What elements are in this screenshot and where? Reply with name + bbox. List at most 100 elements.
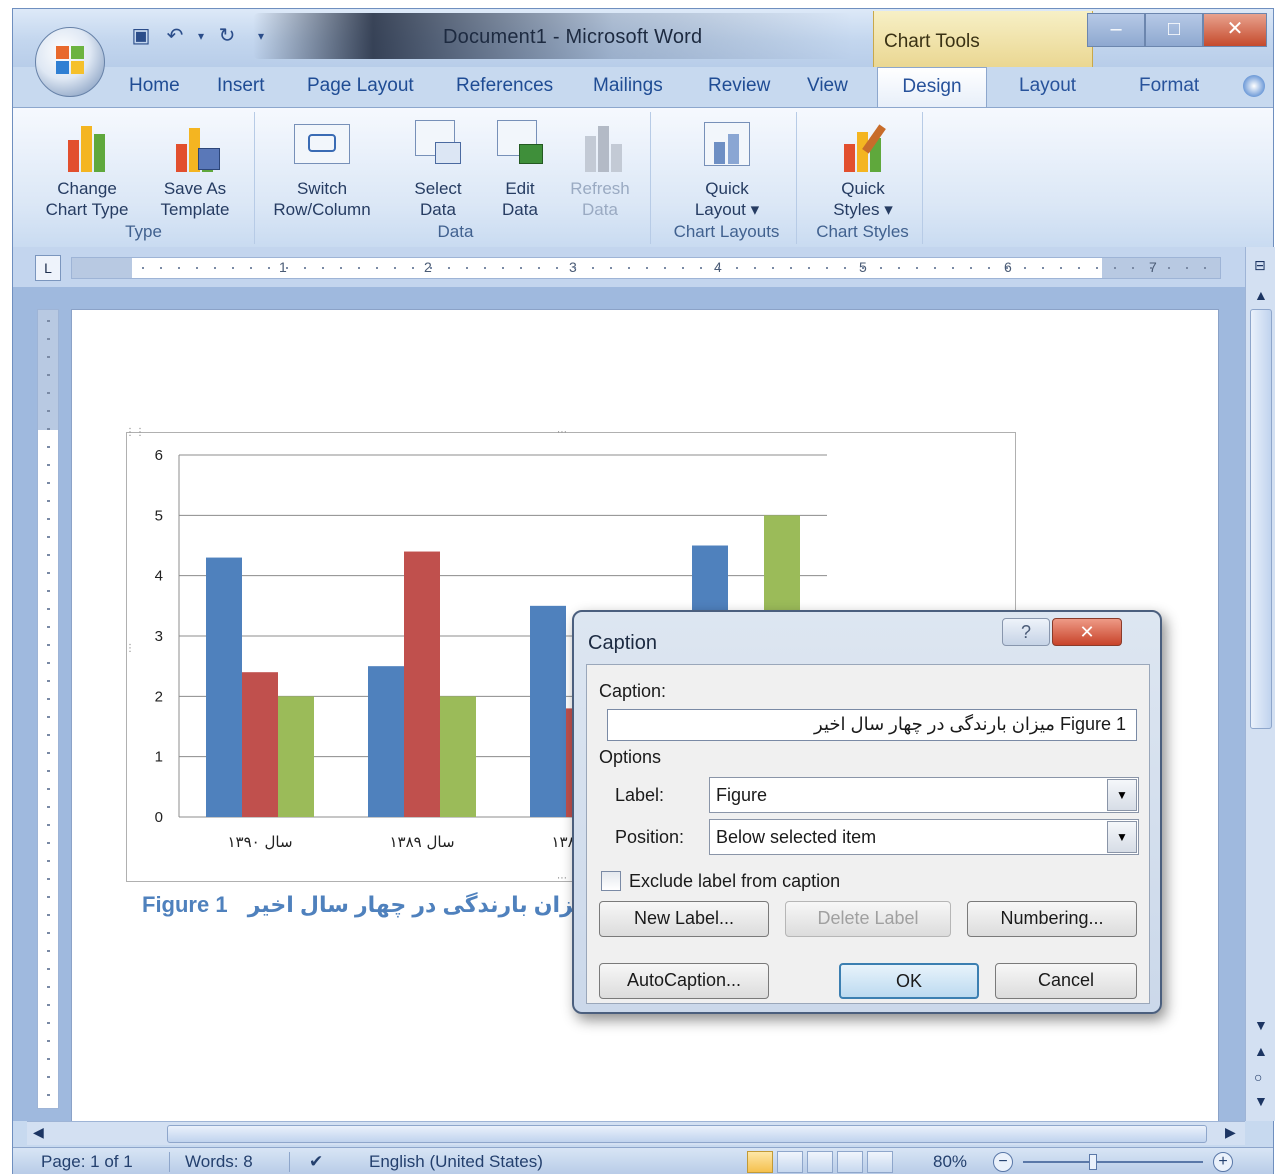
refresh-data-line1: Refresh: [570, 179, 630, 198]
zoom-level[interactable]: 80%: [933, 1152, 967, 1172]
redo-icon[interactable]: ↻: [214, 24, 240, 48]
ruler-tick: [1168, 267, 1170, 269]
switch-row-column-button[interactable]: Switch Row/Column: [267, 118, 377, 220]
scroll-left-icon[interactable]: ◀: [33, 1124, 44, 1141]
quick-layout-button[interactable]: Quick Layout ▾: [679, 118, 775, 220]
tab-mailings[interactable]: Mailings: [581, 67, 675, 107]
figure-caption[interactable]: Figure 1 میزان بارندگی در چهار سال اخیر: [142, 892, 596, 918]
autocaption-button[interactable]: AutoCaption...: [599, 963, 769, 999]
numbering-button[interactable]: Numbering...: [967, 901, 1137, 937]
vertical-scroll-thumb[interactable]: [1250, 309, 1272, 729]
page-count[interactable]: Page: 1 of 1: [41, 1152, 133, 1172]
dropdown-arrow-icon[interactable]: ▼: [1107, 821, 1137, 853]
tab-selector-icon[interactable]: L: [35, 255, 61, 281]
print-layout-view-icon[interactable]: [747, 1151, 773, 1173]
new-label-button[interactable]: New Label...: [599, 901, 769, 937]
save-icon[interactable]: ▣: [128, 24, 154, 48]
group-data: Switch Row/Column Select Data Edit Data: [261, 112, 651, 244]
tab-home[interactable]: Home: [117, 67, 192, 107]
next-page-icon[interactable]: ▼: [1254, 1093, 1268, 1109]
proofing-icon[interactable]: ✔: [309, 1152, 323, 1172]
figure-caption-label: Figure 1: [142, 892, 228, 917]
ruler-tick: [47, 554, 50, 556]
horizontal-scroll-thumb[interactable]: [167, 1125, 1207, 1143]
save-as-template-button[interactable]: Save As Template: [147, 118, 243, 220]
web-layout-icon[interactable]: [807, 1151, 833, 1173]
tab-view[interactable]: View: [795, 67, 860, 107]
zoom-in-icon[interactable]: +: [1213, 1152, 1233, 1172]
zoom-slider-thumb[interactable]: [1089, 1154, 1097, 1170]
help-icon[interactable]: [1243, 75, 1265, 97]
vertical-scrollbar[interactable]: ⊟ ▲ ▼ ▲ ○ ▼: [1245, 247, 1275, 1121]
label-select[interactable]: Figure ▼: [709, 777, 1139, 813]
dropdown-arrow-icon[interactable]: ▼: [1107, 779, 1137, 811]
view-ruler-icon[interactable]: ⊟: [1254, 257, 1266, 274]
options-heading: Options: [599, 747, 662, 767]
exclude-label-checkbox[interactable]: [601, 871, 621, 891]
ruler-tick: [268, 267, 270, 269]
tab-design[interactable]: Design: [877, 67, 987, 109]
zoom-slider[interactable]: [1023, 1161, 1203, 1163]
dialog-close-button[interactable]: ✕: [1052, 618, 1122, 646]
tab-review[interactable]: Review: [696, 67, 782, 107]
change-chart-type-line2: Chart Type: [45, 200, 129, 219]
vertical-ruler[interactable]: [37, 309, 59, 1109]
ruler-tick: [47, 626, 50, 628]
previous-page-icon[interactable]: ▲: [1254, 1043, 1268, 1059]
office-button[interactable]: [35, 27, 105, 97]
caption-dialog: Caption ? ✕ Caption: Figure 1 میزان بارن…: [572, 610, 1162, 1014]
ruler-tick: [178, 267, 180, 269]
outline-view-icon[interactable]: [837, 1151, 863, 1173]
ruler-tick: [47, 464, 50, 466]
dialog-help-button[interactable]: ?: [1002, 618, 1050, 646]
select-browse-object-icon[interactable]: ○: [1254, 1069, 1262, 1085]
ruler-tick: [358, 267, 360, 269]
ruler-tick: [214, 267, 216, 269]
quick-styles-button[interactable]: Quick Styles ▾: [815, 118, 911, 220]
dialog-body: Caption: Figure 1 میزان بارندگی در چهار …: [586, 664, 1150, 1004]
ruler-tick: [466, 267, 468, 269]
tab-references[interactable]: References: [444, 67, 565, 107]
draft-view-icon[interactable]: [867, 1151, 893, 1173]
horizontal-scrollbar[interactable]: ◀ ▶: [27, 1121, 1245, 1145]
select-data-button[interactable]: Select Data: [393, 118, 483, 220]
minimize-button[interactable]: –: [1087, 13, 1145, 47]
zoom-out-icon[interactable]: −: [993, 1152, 1013, 1172]
ruler-tick: [47, 1076, 50, 1078]
cancel-button[interactable]: Cancel: [995, 963, 1137, 999]
status-separator: [289, 1152, 290, 1172]
group-chart-styles: Quick Styles ▾ Chart Styles: [803, 112, 923, 244]
tab-layout[interactable]: Layout: [1007, 67, 1088, 107]
tab-page-layout[interactable]: Page Layout: [295, 67, 426, 107]
horizontal-ruler[interactable]: 1 2 3 4 5 6 7: [71, 257, 1221, 279]
word-count[interactable]: Words: 8: [185, 1152, 253, 1172]
document-area: ⋮⋮ ⋯ ⋮ ⋯ ⋮⋮ 0123456سال ۱۳۹۰سال ۱۳۸۹سال ۱…: [13, 287, 1245, 1121]
change-chart-type-button[interactable]: Change Chart Type: [39, 118, 135, 220]
caption-input[interactable]: Figure 1 میزان بارندگی در چهار سال اخیر: [607, 709, 1137, 741]
full-screen-reading-icon[interactable]: [777, 1151, 803, 1173]
scroll-up-icon[interactable]: ▲: [1254, 287, 1268, 303]
maximize-button[interactable]: □: [1145, 13, 1203, 47]
scroll-right-icon[interactable]: ▶: [1225, 1124, 1236, 1141]
customize-qat-icon[interactable]: ▾: [248, 24, 274, 48]
ok-button[interactable]: OK: [839, 963, 979, 999]
ruler-tick: [772, 267, 774, 269]
tab-format[interactable]: Format: [1127, 67, 1211, 107]
edit-data-button[interactable]: Edit Data: [475, 118, 565, 220]
scroll-down-icon[interactable]: ▼: [1254, 1017, 1268, 1033]
y-tick-label: 5: [155, 507, 163, 524]
ruler-tick: [47, 824, 50, 826]
chart-bar: [404, 551, 440, 817]
dropdown-arrow-icon[interactable]: ▾: [196, 24, 206, 48]
position-select[interactable]: Below selected item ▼: [709, 819, 1139, 855]
undo-icon[interactable]: ↶: [162, 24, 188, 48]
ruler-tick: [160, 267, 162, 269]
edit-data-line1: Edit: [505, 179, 535, 198]
close-button[interactable]: ✕: [1203, 13, 1267, 47]
ruler-tick: [502, 267, 504, 269]
position-field-label: Position:: [615, 827, 685, 847]
ruler-tick: [47, 1004, 50, 1006]
language-status[interactable]: English (United States): [369, 1152, 543, 1172]
quick-layout-line1: Quick: [705, 179, 749, 198]
tab-insert[interactable]: Insert: [205, 67, 277, 107]
